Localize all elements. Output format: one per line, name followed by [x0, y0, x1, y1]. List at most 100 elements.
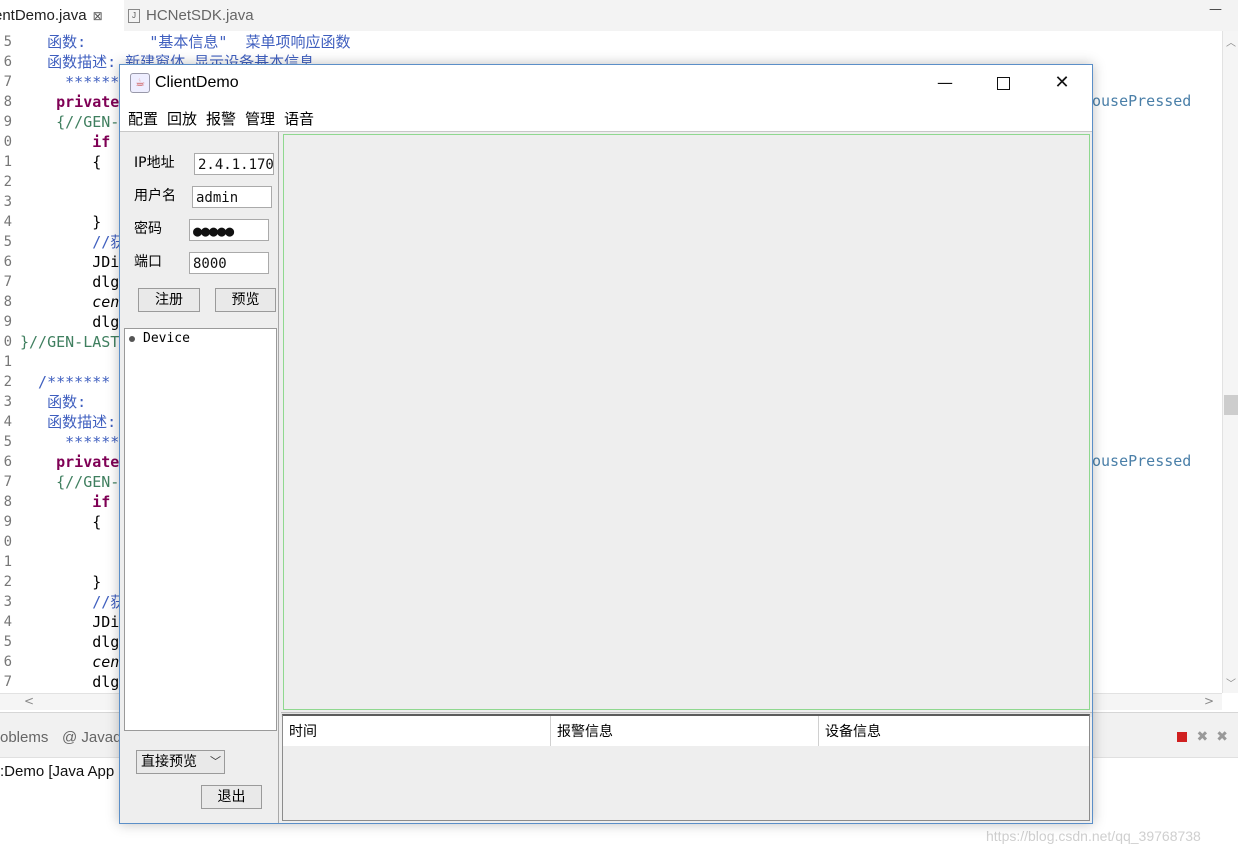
line-number: 9	[3, 314, 12, 330]
remove-launch-icon[interactable]: ✖	[1197, 729, 1209, 745]
code-text: cen	[20, 293, 120, 311]
line-number: 6	[3, 454, 12, 470]
window-title-bar[interactable]: ☕ ClientDemo — ✕	[120, 65, 1092, 101]
tree-node-device[interactable]: Device	[129, 331, 190, 346]
column-header-alarm-info[interactable]: 报警信息	[551, 716, 819, 746]
code-text: cen	[20, 653, 120, 671]
ip-field[interactable]: 2.4.1.170	[194, 153, 274, 175]
code-text: 函数:	[20, 393, 87, 411]
tab-javadoc[interactable]: @ Javad	[62, 729, 121, 746]
window-title: ClientDemo	[155, 74, 239, 91]
line-number: 8	[3, 294, 12, 310]
java-file-icon: J	[128, 9, 140, 24]
combo-selected-value: 直接预览	[141, 754, 197, 770]
editor-tab-label: HCNetSDK.java	[146, 7, 254, 24]
line-number: 2	[3, 374, 12, 390]
maximize-button[interactable]	[974, 65, 1032, 101]
column-header-time[interactable]: 时间	[283, 716, 551, 746]
line-number: 9	[3, 514, 12, 530]
code-text: private	[20, 453, 120, 471]
line-number: 5	[3, 434, 12, 450]
code-text: JDi	[20, 253, 120, 271]
editor-tab-clientdemo[interactable]: entDemo.java ⊠	[0, 0, 124, 31]
code-right-text: ousePressed	[1092, 92, 1192, 110]
close-button[interactable]: ✕	[1033, 65, 1091, 101]
editor-minimize-icon[interactable]: —	[1209, 2, 1222, 17]
login-panel: IP地址 2.4.1.170 用户名 admin 密码 ●●●●● 端口 800…	[123, 132, 278, 820]
minimize-button[interactable]: —	[916, 65, 974, 101]
preview-mode-combo[interactable]: 直接预览 ﹀	[136, 750, 225, 774]
line-number: 3	[3, 594, 12, 610]
chevron-down-icon: ﹀	[210, 755, 221, 768]
code-text: ******	[20, 73, 120, 91]
tab-problems[interactable]: oblems	[0, 729, 48, 746]
line-number: 7	[3, 74, 12, 90]
password-field[interactable]: ●●●●●	[189, 219, 269, 241]
code-text: }	[20, 573, 102, 591]
alarm-table: 时间 报警信息 设备信息	[282, 714, 1090, 821]
line-number: 1	[3, 154, 12, 170]
scroll-right-icon[interactable]: >	[1204, 694, 1214, 708]
scroll-thumb[interactable]	[1224, 395, 1238, 415]
menu-config[interactable]: 配置	[128, 108, 158, 129]
scroll-down-icon[interactable]: ﹀	[1226, 675, 1236, 690]
editor-tab-label: entDemo.java	[0, 7, 87, 24]
line-number: 2	[3, 574, 12, 590]
console-toolbar: ✖ ✖	[1176, 729, 1236, 745]
line-number: 0	[3, 334, 12, 350]
line-number: 7	[3, 474, 12, 490]
left-panel-divider	[278, 132, 279, 823]
preview-area[interactable]	[283, 134, 1090, 710]
menu-alarm[interactable]: 报警	[206, 108, 236, 129]
code-text: dlg	[20, 273, 120, 291]
code-text: dlg	[20, 673, 120, 691]
code-text: {//GEN-	[20, 113, 120, 131]
code-text: if	[20, 133, 111, 151]
editor-vertical-scrollbar[interactable]: ︿ ﹀	[1222, 31, 1238, 693]
username-field[interactable]: admin	[192, 186, 272, 208]
menu-bar: 配置 回放 报警 管理 语音	[120, 101, 1092, 131]
client-area: IP地址 2.4.1.170 用户名 admin 密码 ●●●●● 端口 800…	[120, 132, 1092, 823]
line-number: 5	[3, 234, 12, 250]
code-text: /*******	[20, 373, 111, 391]
code-text: dlg	[20, 633, 120, 651]
line-number: 4	[3, 214, 12, 230]
code-text: if	[20, 493, 111, 511]
line-number: 1	[3, 354, 12, 370]
exit-button[interactable]: 退出	[201, 785, 262, 809]
code-text: {//GEN-	[20, 473, 120, 491]
username-label: 用户名	[134, 188, 176, 204]
code-text: 函数: "基本信息" 菜单项响应函数	[20, 33, 351, 51]
scroll-up-icon[interactable]: ︿	[1226, 34, 1236, 49]
password-label: 密码	[134, 221, 162, 237]
menu-playback[interactable]: 回放	[167, 108, 197, 129]
scroll-left-icon[interactable]: <	[24, 694, 34, 708]
console-title: :Demo [Java App	[0, 763, 115, 780]
remove-all-icon[interactable]: ✖	[1216, 729, 1228, 745]
tab-close-icon[interactable]: ⊠	[93, 9, 103, 23]
tree-node-label: Device	[143, 331, 190, 346]
line-number: 1	[3, 554, 12, 570]
line-number: 6	[3, 54, 12, 70]
editor-tab-hcnetsdk[interactable]: J HCNetSDK.java	[128, 0, 254, 31]
port-label: 端口	[134, 254, 162, 270]
preview-button[interactable]: 预览	[215, 288, 276, 312]
line-number: 6	[3, 654, 12, 670]
menu-manage[interactable]: 管理	[245, 108, 275, 129]
line-number: 4	[3, 414, 12, 430]
column-header-device-info[interactable]: 设备信息	[819, 716, 1087, 746]
tree-node-icon	[129, 335, 135, 342]
maximize-icon	[996, 77, 1010, 90]
register-button[interactable]: 注册	[138, 288, 200, 312]
clientdemo-window: ☕ ClientDemo — ✕ 配置 回放 报警 管理 语音 IP地址 2.4…	[119, 64, 1093, 824]
code-text: {	[20, 153, 102, 171]
line-number: 0	[3, 534, 12, 550]
alarm-table-header: 时间 报警信息 设备信息	[283, 716, 1089, 746]
port-field[interactable]: 8000	[189, 252, 269, 274]
line-number: 4	[3, 614, 12, 630]
line-number: 7	[3, 274, 12, 290]
terminate-icon[interactable]	[1176, 732, 1187, 742]
menu-voice[interactable]: 语音	[284, 108, 314, 129]
device-tree[interactable]: Device	[124, 328, 277, 731]
code-text: //获	[20, 233, 126, 251]
